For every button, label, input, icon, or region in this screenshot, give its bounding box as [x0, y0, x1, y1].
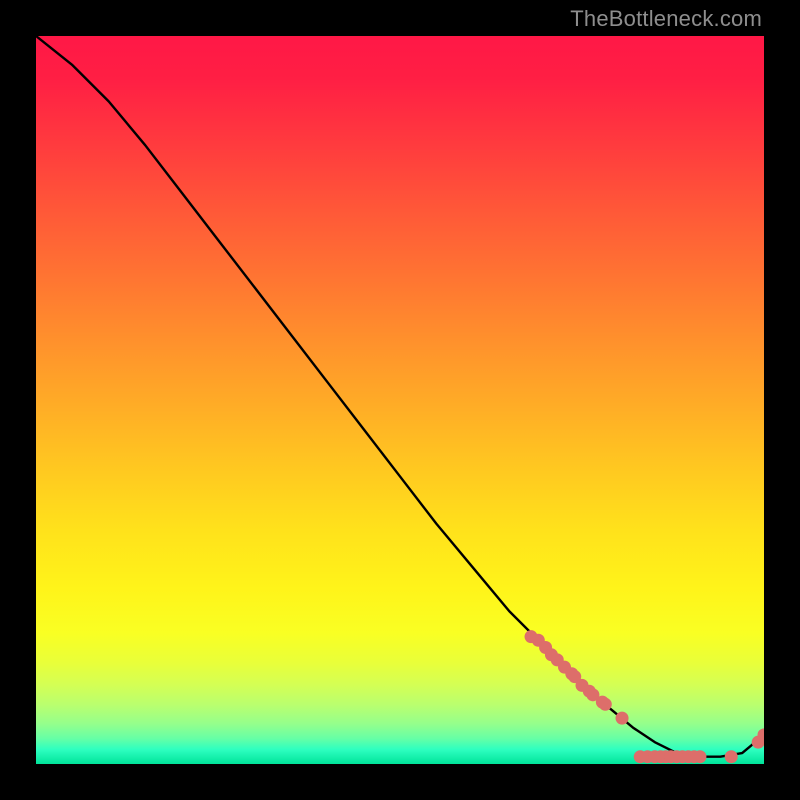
attribution-text: TheBottleneck.com — [570, 6, 762, 32]
gpu-marker — [693, 750, 706, 763]
chart-svg — [36, 36, 764, 764]
gpu-marker — [725, 750, 738, 763]
gpu-marker — [616, 712, 629, 725]
gpu-marker — [599, 698, 612, 711]
chart-stage: TheBottleneck.com — [0, 0, 800, 800]
plot-area — [36, 36, 764, 764]
